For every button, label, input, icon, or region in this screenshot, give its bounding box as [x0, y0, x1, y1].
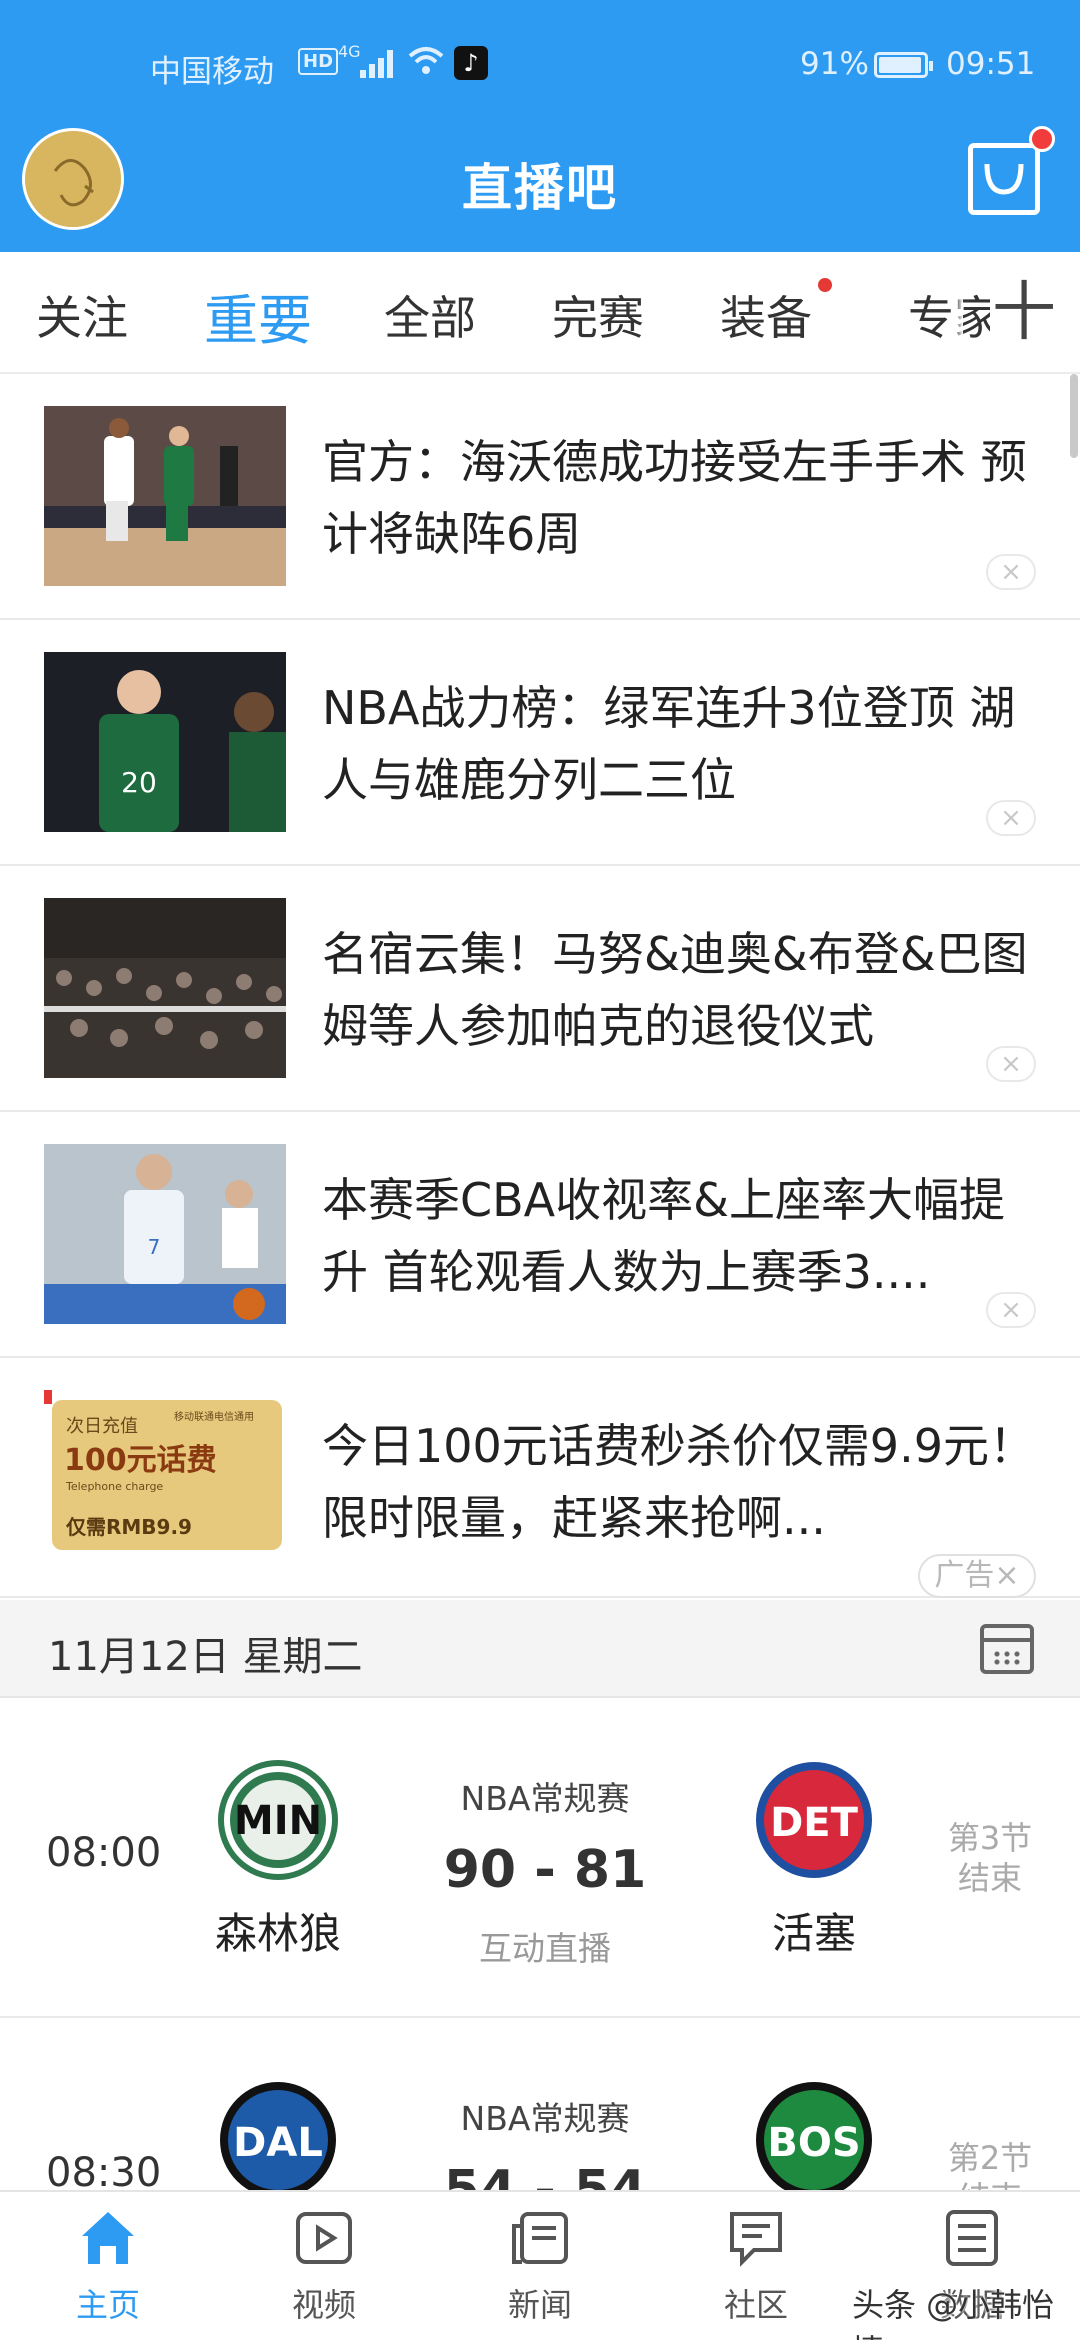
- news-item[interactable]: 20 NBA战力榜：绿军连升3位登顶 湖人与雄鹿分列二三位 ×: [0, 620, 1080, 866]
- nav-home[interactable]: 主页: [38, 2206, 178, 2326]
- wifi-icon: [408, 47, 444, 74]
- tab-finished[interactable]: 完赛: [552, 282, 644, 348]
- news-list: 官方：海沃德成功接受左手手术 预计将缺阵6周 × 20 NBA战力榜：绿军连升3…: [0, 374, 1080, 1598]
- app-header: 中国移动 HD 4G ♪ 91% 09:51 直播吧: [0, 0, 1080, 252]
- match-status: 第3节 结束: [930, 1818, 1050, 1897]
- ad-line4: 仅需RMB9.9: [66, 1515, 192, 1539]
- status-bar: 中国移动 HD 4G ♪ 91% 09:51: [0, 40, 1080, 96]
- app-title: 直播吧: [462, 159, 618, 217]
- data-icon: [946, 2210, 998, 2266]
- tab-fade: [955, 252, 963, 372]
- clock: 09:51: [946, 46, 1036, 82]
- news-item[interactable]: 官方：海沃德成功接受左手手术 预计将缺阵6周 ×: [0, 374, 1080, 620]
- ad-line1: 次日充值: [66, 1416, 138, 1437]
- news-title[interactable]: NBA战力榜：绿军连升3位登顶 湖人与雄鹿分列二三位: [322, 672, 1042, 816]
- nav-community[interactable]: 社区: [686, 2206, 826, 2326]
- calendar-icon[interactable]: [980, 1624, 1034, 1674]
- shopping-bag-icon[interactable]: [968, 126, 1055, 215]
- nav-video[interactable]: 视频: [254, 2206, 394, 2326]
- match-status-line: 结束: [957, 1859, 1022, 1897]
- video-icon: [296, 2212, 352, 2264]
- news-thumbnail: 7: [44, 1144, 286, 1324]
- team-logo-icon: DET: [754, 1760, 874, 1880]
- news-thumbnail: [44, 898, 286, 1078]
- network-type: 4G: [338, 42, 361, 61]
- tiktok-icon: ♪: [454, 46, 488, 80]
- away-team-name: 活塞: [771, 1909, 856, 1958]
- match-status: 第2节 结束: [930, 2138, 1050, 2217]
- dismiss-button[interactable]: ×: [986, 1046, 1036, 1082]
- news-title[interactable]: 本赛季CBA收视率&上座率大幅提升 首轮观看人数为上赛季3....: [322, 1164, 1042, 1308]
- notification-dot: [1029, 126, 1055, 152]
- live-link[interactable]: 互动直播: [400, 1922, 690, 1970]
- news-thumbnail: [44, 406, 286, 586]
- date-bar: 11月12日 星期二: [0, 1600, 1080, 1698]
- community-icon: [730, 2212, 782, 2267]
- match-time: 08:00: [46, 1830, 162, 1876]
- signal-icon: [360, 50, 396, 78]
- svg-text:7: 7: [148, 1235, 161, 1259]
- tab-all[interactable]: 全部: [384, 282, 476, 348]
- dismiss-button[interactable]: ×: [986, 800, 1036, 836]
- team-logo-icon: BOS: [754, 2080, 874, 2200]
- home-team-name: 森林狼: [214, 1909, 341, 1958]
- news-item[interactable]: 7 本赛季CBA收视率&上座率大幅提升 首轮观看人数为上赛季3.... ×: [0, 1112, 1080, 1358]
- news-title[interactable]: 官方：海沃德成功接受左手手术 预计将缺阵6周: [322, 426, 1042, 570]
- match-row[interactable]: 08:00 MIN 森林狼 NBA常规赛 90 - 81 互动直播 DET 活塞…: [0, 1700, 1080, 2018]
- schedule-date: 11月12日 星期二: [48, 1634, 363, 1680]
- home-team-abbr: MIN: [234, 1798, 322, 1844]
- carrier-label: 中国移动: [150, 54, 274, 90]
- away-team-abbr: DET: [770, 1800, 859, 1846]
- hd-badge: HD: [298, 48, 339, 75]
- nav-news[interactable]: 新闻: [470, 2206, 610, 2326]
- nav-label: 新闻: [507, 2286, 572, 2324]
- dismiss-button[interactable]: ×: [986, 554, 1036, 590]
- news-thumbnail: 20: [44, 652, 286, 832]
- ad-item[interactable]: 次日充值 100元话费 Telephone charge 仅需RMB9.9 移动…: [0, 1358, 1080, 1598]
- tab-important[interactable]: 重要: [204, 276, 312, 355]
- tab-equipment[interactable]: 装备: [720, 278, 832, 348]
- ad-title[interactable]: 今日100元话费秒杀价仅需9.9元！限时限量，赶紧来抢啊...: [322, 1410, 1042, 1554]
- watermark: 头条 @小韩怡情: [852, 2286, 1055, 2340]
- match-score: 90 - 81: [443, 1840, 647, 1900]
- battery-percent: 91%: [800, 46, 869, 82]
- dismiss-button[interactable]: ×: [986, 1292, 1036, 1328]
- category-tabs: 关注 重要 全部 完赛 装备 专家 十: [0, 252, 1080, 374]
- nav-label: 主页: [75, 2286, 140, 2324]
- team-logo-icon: MIN: [218, 1760, 338, 1880]
- nav-label: 社区: [723, 2286, 788, 2324]
- add-tab-button[interactable]: 十: [990, 268, 1058, 358]
- tab-equipment-label: 装备: [720, 291, 812, 345]
- ad-corner: 移动联通电信通用: [174, 1410, 254, 1423]
- ad-thumbnail: 次日充值 100元话费 Telephone charge 仅需RMB9.9 移动…: [44, 1390, 286, 1570]
- home-team-abbr: DAL: [233, 2120, 323, 2166]
- home-icon: [82, 2212, 134, 2264]
- match-status-line: 第2节: [947, 2139, 1033, 2177]
- league-label: NBA常规赛: [460, 1779, 630, 1818]
- news-item[interactable]: 名宿云集！马努&迪奥&布登&巴图姆等人参加帕克的退役仪式 ×: [0, 866, 1080, 1112]
- match-status-line: 第3节: [947, 1819, 1033, 1857]
- nav-label: 视频: [291, 2286, 356, 2324]
- ad-line3: Telephone charge: [65, 1480, 163, 1493]
- svg-text:20: 20: [121, 766, 157, 799]
- battery-icon: [874, 52, 933, 78]
- league-label: NBA常规赛: [460, 2099, 630, 2138]
- tab-badge-dot: [818, 278, 832, 292]
- news-title[interactable]: 名宿云集！马努&迪奥&布登&巴图姆等人参加帕克的退役仪式: [322, 918, 1042, 1062]
- news-icon: [512, 2212, 568, 2264]
- tab-expert[interactable]: 专家: [908, 282, 1000, 348]
- team-logo-icon: DAL: [218, 2080, 338, 2200]
- ad-dismiss-button[interactable]: 广告×: [918, 1554, 1036, 1598]
- tab-follow[interactable]: 关注: [36, 282, 128, 348]
- ad-line2: 100元话费: [64, 1443, 217, 1478]
- away-team-abbr: BOS: [767, 2120, 860, 2166]
